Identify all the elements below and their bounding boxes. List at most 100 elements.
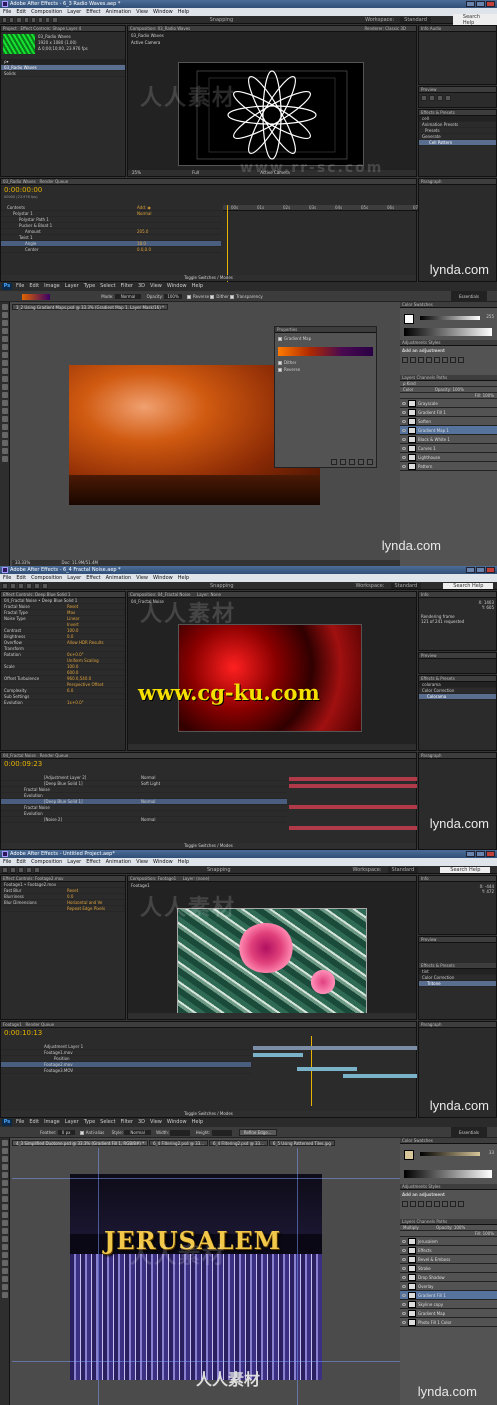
essentials-select[interactable]: Essentials bbox=[450, 1127, 487, 1138]
paths-tab[interactable]: Paths bbox=[436, 375, 447, 380]
move-tool-icon[interactable] bbox=[2, 1140, 8, 1146]
reverse-checkbox[interactable]: Reverse bbox=[193, 294, 209, 299]
visibility-eye-icon[interactable] bbox=[402, 464, 406, 468]
path-select-tool-icon[interactable] bbox=[2, 1268, 8, 1274]
fill-input[interactable]: 100% bbox=[483, 1231, 494, 1236]
gradient-tool-icon[interactable] bbox=[2, 1228, 8, 1234]
menu-item-edit[interactable]: Edit bbox=[16, 8, 26, 16]
delete-icon[interactable] bbox=[367, 459, 373, 465]
visibility-eye-icon[interactable] bbox=[402, 419, 406, 423]
pen-tool-icon[interactable] bbox=[38, 16, 44, 23]
menu-item-effect[interactable]: Effect bbox=[86, 8, 100, 16]
track-bar[interactable] bbox=[289, 805, 417, 809]
swatches-tab[interactable]: Swatches bbox=[414, 302, 433, 307]
audio-tab[interactable]: Audio bbox=[430, 26, 441, 31]
feather-input[interactable]: 0 px bbox=[57, 1130, 75, 1135]
brush-tool-icon[interactable] bbox=[2, 1196, 8, 1202]
channels-tab[interactable]: Channels bbox=[417, 375, 436, 380]
visibility-eye-icon[interactable] bbox=[402, 1248, 406, 1252]
layer-row[interactable]: Drop Shadow bbox=[400, 1273, 497, 1282]
track-bar[interactable] bbox=[253, 1046, 417, 1050]
visibility-eye-icon[interactable] bbox=[402, 1311, 406, 1315]
document-tab[interactable]: 6_4 Filtering2.psd @ 33... bbox=[149, 1140, 209, 1146]
blend-mode-select[interactable]: Color bbox=[403, 387, 413, 392]
hue-sat-icon[interactable] bbox=[442, 1201, 448, 1207]
zoom-status[interactable]: 33.33% bbox=[15, 560, 30, 565]
curves-icon[interactable] bbox=[418, 357, 424, 363]
next-frame-icon[interactable] bbox=[445, 95, 451, 101]
brightness-icon[interactable] bbox=[402, 357, 408, 363]
zoom-select[interactable]: 25% bbox=[132, 170, 141, 175]
track-bar[interactable] bbox=[253, 1053, 303, 1057]
zoom-tool-icon[interactable] bbox=[2, 1292, 8, 1298]
minimize-button[interactable] bbox=[466, 1, 475, 7]
menu-item-effect[interactable]: Effect bbox=[86, 574, 100, 582]
pen-tool-icon[interactable] bbox=[34, 866, 40, 873]
document-tab[interactable]: 4_3 Simplified Duotone.psd @ 33.3% (Grad… bbox=[12, 1140, 149, 1146]
type-tool-icon[interactable] bbox=[2, 1260, 8, 1266]
adjustments-tab[interactable]: Adjustments bbox=[402, 1184, 427, 1189]
hand-tool-icon[interactable] bbox=[10, 866, 16, 873]
composition-tab[interactable]: Composition: Footage1 bbox=[130, 876, 176, 881]
lasso-tool-icon[interactable] bbox=[2, 320, 8, 326]
timeline-layer-row[interactable]: Footage3.MOV bbox=[1, 1068, 251, 1074]
document-tab[interactable]: 6_5 Using Patterned Tiles.jpg bbox=[268, 1140, 335, 1146]
workspace-select[interactable]: Standard bbox=[387, 866, 419, 873]
text-tool-icon[interactable] bbox=[45, 16, 51, 23]
menu-item-edit[interactable]: Edit bbox=[16, 858, 26, 866]
gradient-tool-icon[interactable] bbox=[2, 392, 8, 398]
effect-property-row[interactable]: Evolution 1x+0.0° bbox=[1, 700, 125, 706]
time-ruler[interactable]: 00s 01s 02s 03s 04s 05s 06s 07s bbox=[223, 205, 420, 211]
maximize-button[interactable] bbox=[476, 851, 485, 857]
snapping-label[interactable]: Snapping bbox=[210, 583, 234, 589]
bw-icon[interactable] bbox=[458, 1201, 464, 1207]
lasso-tool-icon[interactable] bbox=[2, 1156, 8, 1162]
track-bar[interactable] bbox=[289, 784, 417, 788]
project-tab[interactable]: Project bbox=[3, 26, 17, 31]
color-slider[interactable] bbox=[420, 316, 480, 320]
menu-item-file[interactable]: File bbox=[3, 858, 11, 866]
menu-item-layer[interactable]: Layer bbox=[65, 282, 79, 291]
menu-item-file[interactable]: File bbox=[3, 8, 11, 16]
layer-row[interactable]: Grayscale bbox=[400, 399, 497, 408]
layer-row[interactable]: Skyline copy bbox=[400, 1300, 497, 1309]
pen-tool-icon[interactable] bbox=[2, 1252, 8, 1258]
transparency-checkbox[interactable]: Transparency bbox=[236, 294, 263, 299]
menu-item-filter[interactable]: Filter bbox=[121, 1118, 133, 1127]
effect-property-value[interactable]: Repeat Edge Pixels bbox=[67, 906, 105, 911]
layer-row[interactable]: Photo Fill 1 Color bbox=[400, 1318, 497, 1327]
menu-item-edit[interactable]: Edit bbox=[29, 1118, 39, 1127]
menu-item-layer[interactable]: Layer bbox=[67, 858, 81, 866]
dither-option[interactable]: Dither bbox=[284, 360, 296, 365]
menu-item-3d[interactable]: 3D bbox=[138, 1118, 145, 1127]
exposure-icon[interactable] bbox=[426, 1201, 432, 1207]
adjustments-tab[interactable]: Adjustments bbox=[402, 340, 427, 345]
layer-opacity-input[interactable]: 100% bbox=[454, 1225, 465, 1230]
maximize-button[interactable] bbox=[476, 567, 485, 573]
layer-row[interactable]: Jerusalem bbox=[400, 1237, 497, 1246]
menu-item-help[interactable]: Help bbox=[178, 858, 189, 866]
pen-tool-icon[interactable] bbox=[42, 582, 48, 589]
visibility-eye-icon[interactable] bbox=[402, 1239, 406, 1243]
zoom-tool-icon[interactable] bbox=[16, 16, 22, 23]
menu-item-file[interactable]: File bbox=[16, 282, 24, 291]
move-tool-icon[interactable] bbox=[2, 304, 8, 310]
menu-item-composition[interactable]: Composition bbox=[31, 8, 62, 16]
layer-row[interactable]: Effects bbox=[400, 1246, 497, 1255]
layers-tab[interactable]: Layers bbox=[402, 1219, 415, 1224]
renderer-select[interactable]: Classic 3D bbox=[385, 26, 406, 31]
brightness-icon[interactable] bbox=[402, 1201, 408, 1207]
close-button[interactable] bbox=[486, 1, 495, 7]
stamp-tool-icon[interactable] bbox=[2, 368, 8, 374]
track-bar[interactable] bbox=[343, 1074, 417, 1078]
menu-item-view[interactable]: View bbox=[136, 8, 148, 16]
color-balance-icon[interactable] bbox=[450, 1201, 456, 1207]
menu-item-file[interactable]: File bbox=[3, 574, 11, 582]
width-input[interactable] bbox=[170, 1130, 191, 1136]
pen-tool-icon[interactable] bbox=[2, 416, 8, 422]
menu-item-image[interactable]: Image bbox=[44, 1118, 60, 1127]
hand-tool-icon[interactable] bbox=[10, 582, 16, 589]
menu-item-composition[interactable]: Composition bbox=[31, 574, 62, 582]
layer-row[interactable]: Pattern bbox=[400, 462, 497, 471]
menu-item-view[interactable]: View bbox=[136, 858, 148, 866]
